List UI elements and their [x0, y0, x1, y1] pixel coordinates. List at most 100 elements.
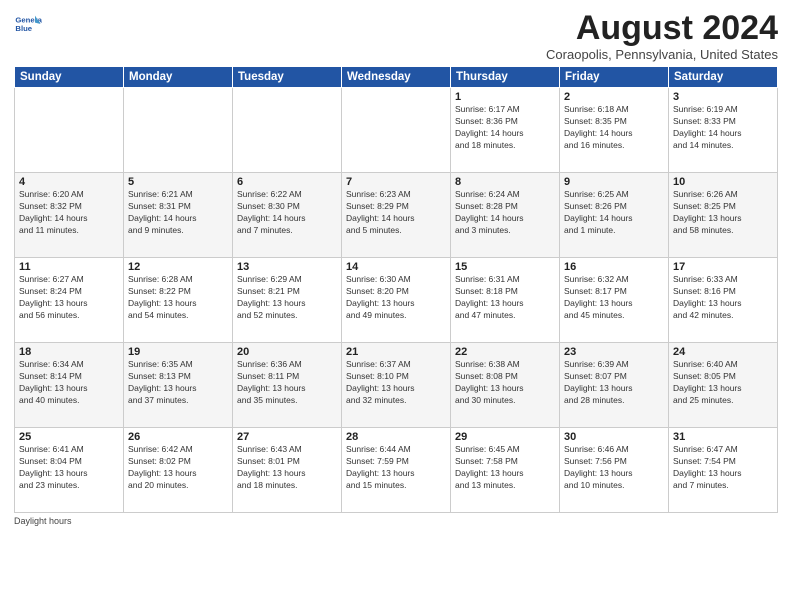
header: General Blue General Blue August 2024 Co… — [14, 10, 778, 62]
day-number: 21 — [346, 346, 446, 358]
day-number: 6 — [237, 176, 337, 188]
calendar-cell: 28Sunrise: 6:44 AM Sunset: 7:59 PM Dayli… — [342, 428, 451, 513]
day-number: 18 — [19, 346, 119, 358]
calendar: SundayMondayTuesdayWednesdayThursdayFrid… — [14, 66, 778, 513]
week-row-3: 11Sunrise: 6:27 AM Sunset: 8:24 PM Dayli… — [15, 258, 778, 343]
calendar-cell — [342, 88, 451, 173]
day-number: 11 — [19, 261, 119, 273]
weekday-header-friday: Friday — [560, 67, 669, 88]
day-number: 30 — [564, 431, 664, 443]
day-number: 25 — [19, 431, 119, 443]
logo-icon: General Blue — [14, 10, 42, 38]
day-number: 19 — [128, 346, 228, 358]
day-number: 7 — [346, 176, 446, 188]
calendar-cell — [15, 88, 124, 173]
calendar-cell: 27Sunrise: 6:43 AM Sunset: 8:01 PM Dayli… — [233, 428, 342, 513]
day-number: 27 — [237, 431, 337, 443]
week-row-4: 18Sunrise: 6:34 AM Sunset: 8:14 PM Dayli… — [15, 343, 778, 428]
day-info: Sunrise: 6:37 AM Sunset: 8:10 PM Dayligh… — [346, 359, 446, 407]
day-number: 3 — [673, 91, 773, 103]
day-number: 14 — [346, 261, 446, 273]
day-info: Sunrise: 6:44 AM Sunset: 7:59 PM Dayligh… — [346, 444, 446, 492]
day-info: Sunrise: 6:27 AM Sunset: 8:24 PM Dayligh… — [19, 274, 119, 322]
footer-note: Daylight hours — [14, 516, 778, 526]
day-info: Sunrise: 6:23 AM Sunset: 8:29 PM Dayligh… — [346, 189, 446, 237]
day-number: 17 — [673, 261, 773, 273]
day-info: Sunrise: 6:25 AM Sunset: 8:26 PM Dayligh… — [564, 189, 664, 237]
day-number: 24 — [673, 346, 773, 358]
day-number: 5 — [128, 176, 228, 188]
week-row-2: 4Sunrise: 6:20 AM Sunset: 8:32 PM Daylig… — [15, 173, 778, 258]
day-number: 10 — [673, 176, 773, 188]
day-number: 12 — [128, 261, 228, 273]
day-number: 31 — [673, 431, 773, 443]
calendar-cell: 13Sunrise: 6:29 AM Sunset: 8:21 PM Dayli… — [233, 258, 342, 343]
day-info: Sunrise: 6:43 AM Sunset: 8:01 PM Dayligh… — [237, 444, 337, 492]
day-info: Sunrise: 6:39 AM Sunset: 8:07 PM Dayligh… — [564, 359, 664, 407]
calendar-cell: 11Sunrise: 6:27 AM Sunset: 8:24 PM Dayli… — [15, 258, 124, 343]
calendar-cell: 6Sunrise: 6:22 AM Sunset: 8:30 PM Daylig… — [233, 173, 342, 258]
day-info: Sunrise: 6:20 AM Sunset: 8:32 PM Dayligh… — [19, 189, 119, 237]
calendar-cell: 30Sunrise: 6:46 AM Sunset: 7:56 PM Dayli… — [560, 428, 669, 513]
daylight-label: Daylight hours — [14, 516, 72, 526]
weekday-header-thursday: Thursday — [451, 67, 560, 88]
calendar-cell: 22Sunrise: 6:38 AM Sunset: 8:08 PM Dayli… — [451, 343, 560, 428]
calendar-cell: 26Sunrise: 6:42 AM Sunset: 8:02 PM Dayli… — [124, 428, 233, 513]
weekday-header-tuesday: Tuesday — [233, 67, 342, 88]
day-number: 1 — [455, 91, 555, 103]
calendar-cell — [233, 88, 342, 173]
calendar-cell: 24Sunrise: 6:40 AM Sunset: 8:05 PM Dayli… — [669, 343, 778, 428]
day-info: Sunrise: 6:21 AM Sunset: 8:31 PM Dayligh… — [128, 189, 228, 237]
calendar-cell: 5Sunrise: 6:21 AM Sunset: 8:31 PM Daylig… — [124, 173, 233, 258]
day-info: Sunrise: 6:40 AM Sunset: 8:05 PM Dayligh… — [673, 359, 773, 407]
day-number: 15 — [455, 261, 555, 273]
calendar-cell: 23Sunrise: 6:39 AM Sunset: 8:07 PM Dayli… — [560, 343, 669, 428]
day-number: 28 — [346, 431, 446, 443]
day-info: Sunrise: 6:45 AM Sunset: 7:58 PM Dayligh… — [455, 444, 555, 492]
day-info: Sunrise: 6:18 AM Sunset: 8:35 PM Dayligh… — [564, 104, 664, 152]
day-number: 20 — [237, 346, 337, 358]
weekday-header-row: SundayMondayTuesdayWednesdayThursdayFrid… — [15, 67, 778, 88]
day-number: 22 — [455, 346, 555, 358]
logo: General Blue General Blue — [14, 10, 42, 38]
calendar-cell: 10Sunrise: 6:26 AM Sunset: 8:25 PM Dayli… — [669, 173, 778, 258]
day-info: Sunrise: 6:41 AM Sunset: 8:04 PM Dayligh… — [19, 444, 119, 492]
day-info: Sunrise: 6:38 AM Sunset: 8:08 PM Dayligh… — [455, 359, 555, 407]
calendar-cell: 14Sunrise: 6:30 AM Sunset: 8:20 PM Dayli… — [342, 258, 451, 343]
week-row-1: 1Sunrise: 6:17 AM Sunset: 8:36 PM Daylig… — [15, 88, 778, 173]
day-number: 16 — [564, 261, 664, 273]
day-info: Sunrise: 6:17 AM Sunset: 8:36 PM Dayligh… — [455, 104, 555, 152]
day-info: Sunrise: 6:42 AM Sunset: 8:02 PM Dayligh… — [128, 444, 228, 492]
calendar-cell: 25Sunrise: 6:41 AM Sunset: 8:04 PM Dayli… — [15, 428, 124, 513]
day-info: Sunrise: 6:32 AM Sunset: 8:17 PM Dayligh… — [564, 274, 664, 322]
svg-text:Blue: Blue — [15, 24, 32, 33]
calendar-cell: 31Sunrise: 6:47 AM Sunset: 7:54 PM Dayli… — [669, 428, 778, 513]
day-info: Sunrise: 6:28 AM Sunset: 8:22 PM Dayligh… — [128, 274, 228, 322]
calendar-cell: 18Sunrise: 6:34 AM Sunset: 8:14 PM Dayli… — [15, 343, 124, 428]
calendar-cell: 3Sunrise: 6:19 AM Sunset: 8:33 PM Daylig… — [669, 88, 778, 173]
day-number: 13 — [237, 261, 337, 273]
day-number: 2 — [564, 91, 664, 103]
weekday-header-monday: Monday — [124, 67, 233, 88]
calendar-cell: 2Sunrise: 6:18 AM Sunset: 8:35 PM Daylig… — [560, 88, 669, 173]
calendar-cell: 15Sunrise: 6:31 AM Sunset: 8:18 PM Dayli… — [451, 258, 560, 343]
day-info: Sunrise: 6:29 AM Sunset: 8:21 PM Dayligh… — [237, 274, 337, 322]
calendar-cell: 16Sunrise: 6:32 AM Sunset: 8:17 PM Dayli… — [560, 258, 669, 343]
day-info: Sunrise: 6:34 AM Sunset: 8:14 PM Dayligh… — [19, 359, 119, 407]
week-row-5: 25Sunrise: 6:41 AM Sunset: 8:04 PM Dayli… — [15, 428, 778, 513]
day-number: 4 — [19, 176, 119, 188]
calendar-cell — [124, 88, 233, 173]
subtitle: Coraopolis, Pennsylvania, United States — [546, 47, 778, 62]
day-number: 26 — [128, 431, 228, 443]
day-info: Sunrise: 6:26 AM Sunset: 8:25 PM Dayligh… — [673, 189, 773, 237]
calendar-cell: 20Sunrise: 6:36 AM Sunset: 8:11 PM Dayli… — [233, 343, 342, 428]
day-number: 8 — [455, 176, 555, 188]
day-number: 9 — [564, 176, 664, 188]
day-info: Sunrise: 6:24 AM Sunset: 8:28 PM Dayligh… — [455, 189, 555, 237]
day-info: Sunrise: 6:33 AM Sunset: 8:16 PM Dayligh… — [673, 274, 773, 322]
day-info: Sunrise: 6:30 AM Sunset: 8:20 PM Dayligh… — [346, 274, 446, 322]
title-block: August 2024 Coraopolis, Pennsylvania, Un… — [546, 10, 778, 62]
calendar-cell: 8Sunrise: 6:24 AM Sunset: 8:28 PM Daylig… — [451, 173, 560, 258]
day-info: Sunrise: 6:31 AM Sunset: 8:18 PM Dayligh… — [455, 274, 555, 322]
day-number: 23 — [564, 346, 664, 358]
